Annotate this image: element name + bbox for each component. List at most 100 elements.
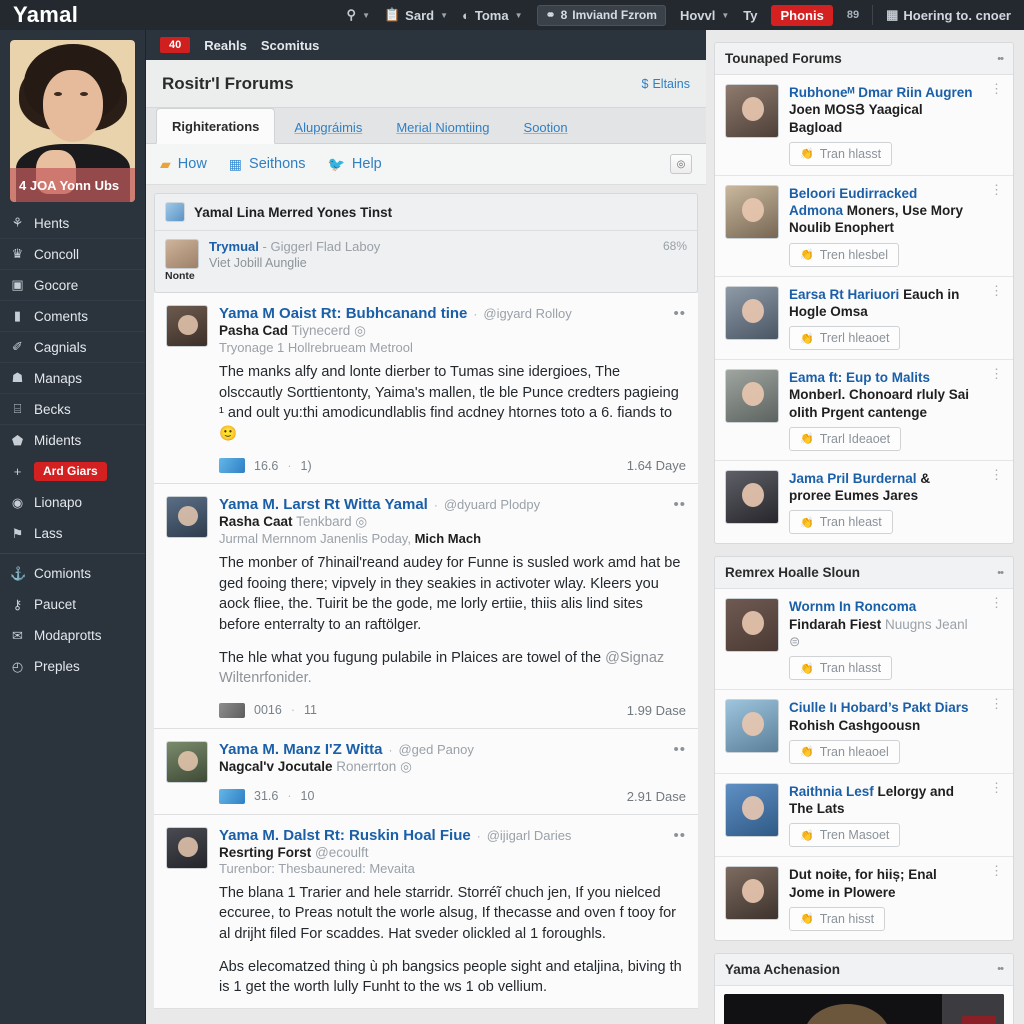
post-author[interactable]: Resrting Forst xyxy=(219,845,311,860)
follow-button[interactable]: 👏 Tran hisst xyxy=(789,906,886,931)
sidebar-item-becks[interactable]: ⌸ Becks xyxy=(0,394,145,425)
avatar[interactable] xyxy=(725,285,779,340)
post-author[interactable]: Rasha Caat xyxy=(219,514,293,529)
post-item[interactable]: Yama M Oaist Rt: Bubhcanand tine · @igya… xyxy=(154,293,698,485)
post-author[interactable]: Pasha Cad xyxy=(219,323,288,338)
suggestion-item[interactable]: Eama ft: Eup to Malits Monberl. Chonoard… xyxy=(715,360,1013,461)
sidebar-item-comionts[interactable]: ⚓ Comionts xyxy=(0,558,145,589)
avatar[interactable] xyxy=(166,740,208,783)
post-title[interactable]: Yama M. Manz I'Z Witta xyxy=(219,741,382,758)
follow-button[interactable]: 👏 Tren Masoet xyxy=(789,823,901,848)
suggestion-more-icon[interactable]: ⋮ xyxy=(984,468,1003,535)
suggestion-more-icon[interactable]: ⋮ xyxy=(984,781,1003,848)
suggestion-more-icon[interactable]: ⋮ xyxy=(984,284,1003,351)
sidebar-item-modaprotts[interactable]: ✉ Modaprotts xyxy=(0,620,145,651)
suggestion-item[interactable]: Raithnia Lesf Lelorgy and The Lats 👏 Tre… xyxy=(715,774,1013,858)
sidebar-item-gocore[interactable]: ▣ Gocore xyxy=(0,270,145,301)
gear-icon[interactable]: ◎ xyxy=(670,154,692,174)
sidebar-item-preples[interactable]: ◴ Preples xyxy=(0,651,145,682)
page-header-action[interactable]: $ Eltains xyxy=(642,77,690,91)
follow-button[interactable]: 👏 Tran hlasst xyxy=(789,656,893,681)
nav-phonis[interactable]: Phonis xyxy=(764,0,839,30)
avatar[interactable] xyxy=(725,469,779,524)
nav-howl[interactable]: Hovvl ▼ xyxy=(673,0,736,30)
panel-collapse-icon[interactable]: •• xyxy=(997,567,1004,579)
nav-sard[interactable]: 📋 Sard ▼ xyxy=(377,0,455,30)
promoted-row[interactable]: Nonte Trymual - Giggerl Flad Laboy Viet … xyxy=(155,231,697,292)
suggestion-lead[interactable]: Wornm In Roncoma xyxy=(789,599,916,614)
sidebar-item-concoll[interactable]: ♛ Concoll xyxy=(0,239,145,270)
nav-toma[interactable]: ◐ Toma ▼ xyxy=(455,0,530,30)
suggestion-more-icon[interactable]: ⋮ xyxy=(984,183,1003,267)
post-more-icon[interactable]: •• xyxy=(663,827,686,844)
tab-sootion[interactable]: Sootion xyxy=(509,110,583,143)
post-title[interactable]: Yama M. Larst Rt Witta Yamal xyxy=(219,496,428,513)
suggestion-more-icon[interactable]: ⋮ xyxy=(984,864,1003,931)
avatar[interactable] xyxy=(725,84,779,138)
sidebar-item-coments[interactable]: ▮ Coments xyxy=(0,301,145,332)
sidebar-item-midents[interactable]: ⬟ Midents xyxy=(0,425,145,456)
tab-righiterations[interactable]: Righiterations xyxy=(156,108,276,144)
sidebar-item-lass[interactable]: ⚑ Lass xyxy=(0,518,145,549)
post-item[interactable]: Yama M. Dalst Rt: Ruskin Hoal Fiue · @ij… xyxy=(154,814,698,1009)
sidebar-item-hents[interactable]: ⚘ Hents xyxy=(0,208,145,239)
tab-merial-niomtiing[interactable]: Merial Niomtiing xyxy=(381,110,504,143)
toolbar-help[interactable]: 🐦 Help xyxy=(327,156,381,173)
post-more-icon[interactable]: •• xyxy=(663,496,686,513)
suggestion-item[interactable]: Dut noiŧe, for hiiș; Enal Jome in Plower… xyxy=(715,857,1013,940)
avatar[interactable] xyxy=(725,866,779,921)
avatar[interactable] xyxy=(166,496,208,539)
post-title[interactable]: Yama M. Dalst Rt: Ruskin Hoal Fiue xyxy=(219,827,471,844)
profile-card[interactable]: 4 JOA Yonn Ubs xyxy=(10,40,135,202)
follow-button[interactable]: 👏 Tran hlasst xyxy=(789,141,893,166)
suggestion-lead[interactable]: Rubhoneᴹ Dmar Riin Augren xyxy=(789,85,972,100)
suggestion-lead[interactable]: Ciulle Iı Hobard’s Pakt Diars xyxy=(789,700,969,715)
post-more-icon[interactable]: •• xyxy=(663,741,686,758)
post-author[interactable]: Nagcal'v Jocutale xyxy=(219,759,333,774)
post-title[interactable]: Yama M Oaist Rt: Bubhcanand tine xyxy=(219,305,467,322)
suggestion-more-icon[interactable]: ⋮ xyxy=(984,367,1003,451)
suggestion-item[interactable]: Rubhoneᴹ Dmar Riin Augren Joen MOSՅ Yaag… xyxy=(715,75,1013,176)
nav-user[interactable]: ▦ Hoering to. cnoer xyxy=(879,0,1018,30)
nav-search[interactable]: ⚲ ▼ xyxy=(340,0,377,30)
suggestion-lead[interactable]: Jama Pril Burdernal xyxy=(789,471,917,486)
follow-button[interactable]: 👏 Trarl Ideaoet xyxy=(789,426,902,451)
avatar[interactable] xyxy=(725,782,779,837)
sidebar-item-paucet[interactable]: ⚷ Paucet xyxy=(0,589,145,620)
brand-logo[interactable]: Yamal xyxy=(0,0,78,30)
toolbar-how[interactable]: ▰ How xyxy=(160,156,207,173)
suggestion-more-icon[interactable]: ⋮ xyxy=(984,82,1003,166)
nav-invited-from[interactable]: ⚭ 8 Imviand Fzrom xyxy=(530,0,673,30)
tab-alupgraimis[interactable]: Alupgráimis xyxy=(279,110,377,143)
suggestion-item[interactable]: Ciulle Iı Hobard’s Pakt Diars Rohish Cas… xyxy=(715,690,1013,774)
toolbar-seithons[interactable]: ▦ Seithons xyxy=(229,156,306,173)
avatar[interactable] xyxy=(725,699,779,754)
suggestion-item[interactable]: Earsa Rt Hariuori Eauch in Hogle Omsa 👏 … xyxy=(715,277,1013,361)
panel-collapse-icon[interactable]: •• xyxy=(997,53,1004,65)
nav-ty[interactable]: Ty xyxy=(736,0,764,30)
avatar[interactable] xyxy=(725,184,779,239)
sidebar-item-manaps[interactable]: ☗ Manaps xyxy=(0,363,145,394)
follow-button[interactable]: 👏 Tran hleaoel xyxy=(789,739,900,764)
suggestion-item[interactable]: Beloori Eudirracked Admona Moners, Use M… xyxy=(715,176,1013,277)
follow-button[interactable]: 👏 Tren hlesbel xyxy=(789,242,900,267)
suggestion-more-icon[interactable]: ⋮ xyxy=(984,697,1003,764)
suggestion-lead[interactable]: Eama ft: Eup to Malits xyxy=(789,370,930,385)
sidebar-item-add-giars[interactable]: + Ard Giars xyxy=(0,456,145,487)
post-more-icon[interactable]: •• xyxy=(663,305,686,322)
suggestion-item[interactable]: Jama Pril Burdernal & proree Eumes Jares… xyxy=(715,461,1013,544)
suggestion-item[interactable]: Wornm In Roncoma Findarah Fiest Nuugns J… xyxy=(715,589,1013,691)
subnav-item-reahls[interactable]: Reahls xyxy=(204,38,247,53)
panel-collapse-icon[interactable]: •• xyxy=(997,963,1004,975)
subnav-item-scomitus[interactable]: Scomitus xyxy=(261,38,320,53)
suggestion-lead[interactable]: Earsa Rt Hariuori xyxy=(789,287,899,302)
post-item[interactable]: Yama M. Manz I'Z Witta · @ged Panoy •• N… xyxy=(154,728,698,815)
sidebar-item-cagnials[interactable]: ✐ Cagnials xyxy=(0,332,145,363)
suggestion-more-icon[interactable]: ⋮ xyxy=(984,596,1003,680)
media-thumbnail[interactable] xyxy=(724,993,1004,1024)
follow-button[interactable]: 👏 Tran hleast xyxy=(789,510,893,535)
avatar[interactable] xyxy=(166,305,208,347)
post-item[interactable]: Yama M. Larst Rt Witta Yamal · @dyuard P… xyxy=(154,484,698,729)
avatar[interactable] xyxy=(725,598,779,653)
sidebar-item-lionapo[interactable]: ◉ Lionapo xyxy=(0,487,145,518)
